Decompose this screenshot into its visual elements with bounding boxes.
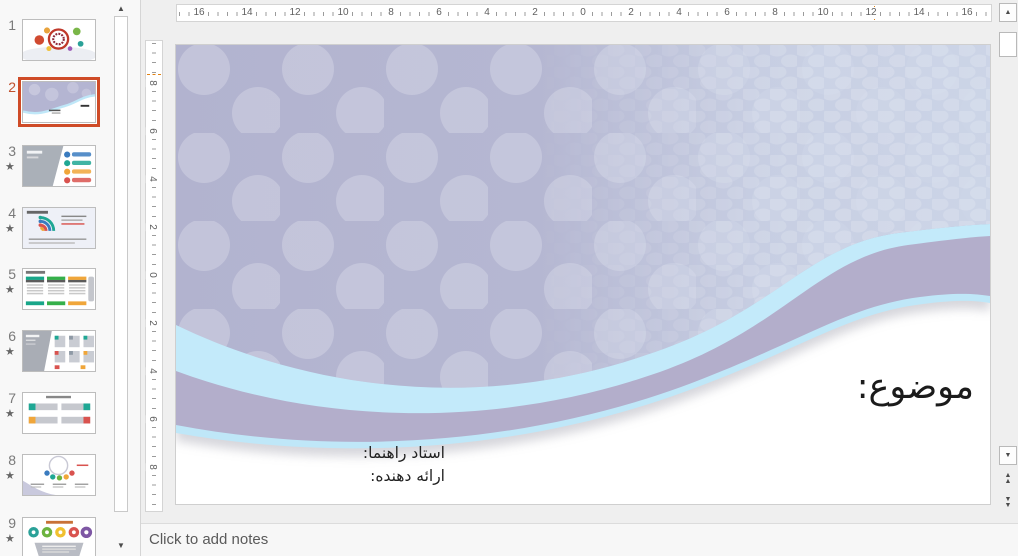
slide-number: 1 <box>8 17 16 33</box>
slide-thumbnail-row-7: 7 ★ <box>0 390 113 440</box>
credit-line-presenter: ارائه دهنده: <box>370 467 445 485</box>
notes-placeholder: Click to add notes <box>149 531 269 548</box>
h-ruler-label: 4 <box>482 7 492 19</box>
v-ruler-label: 8 <box>145 463 158 471</box>
scroll-down-button[interactable]: ▼ <box>999 446 1017 465</box>
next-slide-button[interactable]: ▼ ▼ <box>999 492 1017 514</box>
h-ruler-label: 4 <box>674 7 684 19</box>
double-down-icon: ▼ <box>1004 502 1012 509</box>
slide-thumbnail-art <box>23 20 95 60</box>
slide-thumbnail-5[interactable] <box>22 268 96 310</box>
thumbnail-scrollbar-thumb[interactable] <box>114 16 128 512</box>
v-ruler-label: 4 <box>145 175 158 183</box>
slide-thumbnail-art <box>23 331 95 371</box>
slide-wave-background <box>176 45 990 504</box>
slide-credits-placeholder[interactable]: استاد راهنما: ارائه دهنده: <box>363 442 445 488</box>
slide-thumbnail-1[interactable] <box>22 19 96 61</box>
v-ruler-label: 6 <box>145 127 158 135</box>
h-ruler-label: 8 <box>770 7 780 19</box>
scroll-up-button[interactable]: ▲ <box>999 3 1017 22</box>
slide-number: 6 <box>8 328 16 344</box>
notes-pane[interactable]: Click to add notes <box>141 523 1018 556</box>
scroll-up-icon[interactable]: ▲ <box>114 3 128 15</box>
slide-thumbnail-8[interactable] <box>22 454 96 496</box>
slide-number: 4 <box>8 205 16 221</box>
h-ruler-label: 2 <box>626 7 636 19</box>
animation-star-icon: ★ <box>5 161 15 173</box>
slide-thumbnail-art <box>23 146 95 186</box>
h-ruler-label: 6 <box>434 7 444 19</box>
v-ruler-label: 4 <box>145 367 158 375</box>
slide-number: 2 <box>8 79 16 95</box>
slide-thumbnail-row-2: 2 <box>0 79 113 129</box>
slide-thumbnail-row-4: 4 ★ <box>0 205 113 255</box>
slide-thumbnail-art <box>23 208 95 248</box>
h-ruler-label: 10 <box>815 7 831 19</box>
slide-thumbnail-3[interactable] <box>22 145 96 187</box>
slide-number: 7 <box>8 390 16 406</box>
slide-canvas[interactable]: موضوع: استاد راهنما: ارائه دهنده: <box>176 45 990 504</box>
slide-thumbnail-art <box>23 518 95 556</box>
slide-thumbnail-art <box>23 269 95 309</box>
scroll-down-icon[interactable]: ▼ <box>114 540 128 552</box>
slide-thumbnail-row-8: 8 ★ <box>0 452 113 502</box>
animation-star-icon: ★ <box>5 533 15 545</box>
slide-thumbnail-row-5: 5 ★ <box>0 266 113 316</box>
scrollbar-thumb[interactable] <box>999 32 1017 57</box>
h-ruler-label: 14 <box>239 7 255 19</box>
v-ruler-label: 8 <box>145 79 158 87</box>
slide-title-placeholder[interactable]: موضوع: <box>857 363 974 411</box>
slide-number: 9 <box>8 515 16 531</box>
slide-thumbnail-7[interactable] <box>22 392 96 434</box>
thumbnail-scrollbar[interactable]: ▲ ▼ <box>112 0 130 556</box>
h-ruler-label: 12 <box>863 7 879 19</box>
vertical-ruler[interactable]: 8 6 4 2 0 2 4 6 8 <box>145 40 163 512</box>
slide-thumbnail-art <box>23 82 95 122</box>
h-ruler-label: 2 <box>530 7 540 19</box>
slide-thumbnail-row-9: 9 ★ <box>0 515 113 556</box>
h-ruler-label: 10 <box>335 7 351 19</box>
v-ruler-label: 0 <box>145 271 158 279</box>
main-scrollbar: ▲ ▼ ▲ ▲ ▼ ▼ <box>999 0 1018 523</box>
slide-thumbnail-row-1: 1 <box>0 17 113 67</box>
slide-thumbnail-row-3: 3 ★ <box>0 143 113 193</box>
ruler-cursor-marker <box>147 74 161 75</box>
slide-thumbnail-6[interactable] <box>22 330 96 372</box>
double-up-icon: ▲ <box>1004 478 1012 485</box>
previous-slide-button[interactable]: ▲ ▲ <box>999 468 1017 490</box>
v-ruler-label: 2 <box>145 319 158 327</box>
h-ruler-label: 6 <box>722 7 732 19</box>
h-ruler-label: 0 <box>578 7 588 19</box>
credit-line-supervisor: استاد راهنما: <box>362 444 445 462</box>
slide-thumbnail-2[interactable] <box>22 81 96 123</box>
v-ruler-label: 6 <box>145 415 158 423</box>
slide-number: 5 <box>8 266 16 282</box>
slide-number: 8 <box>8 452 16 468</box>
h-ruler-label: 14 <box>911 7 927 19</box>
animation-star-icon: ★ <box>5 284 15 296</box>
animation-star-icon: ★ <box>5 470 15 482</box>
v-ruler-label: 2 <box>145 223 158 231</box>
slide-thumbnail-row-6: 6 ★ <box>0 328 113 378</box>
horizontal-ruler[interactable]: 16 14 12 10 8 6 4 2 0 2 4 6 8 10 12 14 16 <box>176 4 992 22</box>
h-ruler-label: 8 <box>386 7 396 19</box>
h-ruler-label: 12 <box>287 7 303 19</box>
slide-thumbnail-4[interactable] <box>22 207 96 249</box>
slide-thumbnail-9[interactable] <box>22 517 96 556</box>
h-ruler-label: 16 <box>959 7 975 19</box>
slide-thumbnail-art <box>23 455 95 495</box>
slide-number: 3 <box>8 143 16 159</box>
animation-star-icon: ★ <box>5 346 15 358</box>
slide-thumbnail-art <box>23 393 95 433</box>
animation-star-icon: ★ <box>5 223 15 235</box>
animation-star-icon: ★ <box>5 408 15 420</box>
h-ruler-label: 16 <box>191 7 207 19</box>
powerpoint-normal-view: 1 2 3 ★ 4 ★ 5 ★ 6 ★ 7 ★ 8 ★ 9 ★ ▲ ▼ 16 1… <box>0 0 1018 556</box>
